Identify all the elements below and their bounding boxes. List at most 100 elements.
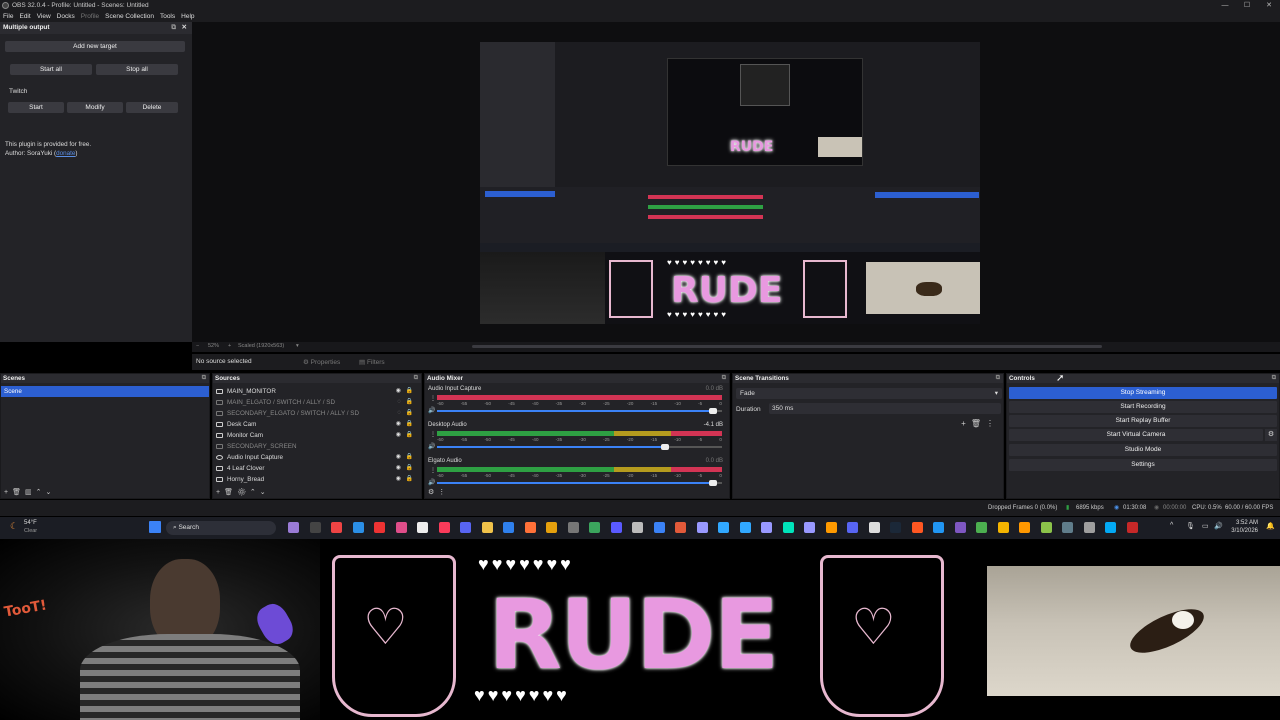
close-icon[interactable]: ✕ [1258,0,1280,11]
gear-icon[interactable]: ⚙ [237,489,250,496]
lock-icon[interactable]: 🔒 [406,386,413,397]
add-icon[interactable]: + [216,489,224,496]
zoom-in-icon[interactable]: + [228,343,231,349]
audition-icon[interactable] [782,522,794,533]
stop-all-button[interactable]: Stop all [96,64,178,75]
stop-streaming-button[interactable]: Stop Streaming [1009,387,1277,399]
source-item[interactable]: Desk Cam ◉ 🔒 [213,419,421,430]
chrome-icon[interactable] [331,522,342,533]
minimize-icon[interactable]: — [1214,0,1236,11]
x-icon[interactable] [868,522,880,533]
source-item[interactable]: Audio Input Capture ◉ 🔒 [213,452,421,463]
slider-handle[interactable] [661,444,669,450]
filter-icon[interactable]: ▥ [25,489,36,496]
display-icon[interactable] [653,522,665,533]
start-button[interactable]: Start [8,102,64,113]
folder2-icon[interactable] [997,522,1009,533]
more-icon[interactable]: ⋮ [438,489,449,496]
eye-off-icon[interactable]: ◌ [397,408,401,419]
source-item[interactable]: Monitor Cam ◉ 🔒 [213,430,421,441]
app6-icon[interactable] [1040,522,1052,533]
filters-button[interactable]: ▤ Filters [359,358,385,366]
more-icon[interactable]: ⋮ [430,431,436,438]
dock-close-icon[interactable]: ✕ [182,22,187,34]
premiere-icon[interactable] [696,522,708,533]
discord-icon[interactable] [460,522,471,533]
menu-tools[interactable]: Tools [157,11,178,22]
instagram-icon[interactable] [395,522,407,533]
menu-view[interactable]: View [34,11,54,22]
chevron-down-icon[interactable]: ▾ [296,343,299,349]
discord2-icon[interactable] [847,522,858,533]
clock-time[interactable]: 3:52 AM [1228,520,1258,526]
start-replay-buffer-button[interactable]: Start Replay Buffer [1009,415,1277,427]
volume-slider[interactable] [437,408,722,414]
menu-scene-collection[interactable]: Scene Collection [102,11,157,22]
app2-icon[interactable] [610,522,622,533]
eye-icon[interactable]: ◉ [396,430,401,441]
chevron-down-icon[interactable]: ⌄ [45,489,55,496]
scale-mode[interactable]: Scaled (1920x563) [238,343,284,349]
threads-icon[interactable] [417,522,428,533]
source-item[interactable]: SECONDARY_SCREEN [213,441,421,452]
slider-handle[interactable] [709,480,718,486]
eye-icon[interactable]: ◉ [396,452,401,463]
gear-icon[interactable]: ⚙ [428,489,438,496]
lock-icon[interactable]: 🔒 [406,452,413,463]
trash-icon[interactable]: 🗑 [224,489,237,496]
vivaldi-icon[interactable] [374,522,385,533]
slider-handle[interactable] [709,408,718,414]
menu-docks[interactable]: Docks [54,11,78,22]
volume-icon[interactable]: 🔊 [428,443,435,450]
volume-icon[interactable]: 🔊 [428,479,435,486]
puzzle-icon[interactable] [632,522,643,533]
gear-icon[interactable]: ⚙ [1265,429,1277,441]
modify-button[interactable]: Modify [67,102,123,113]
explorer-icon[interactable] [309,522,321,533]
volume-slider[interactable] [437,480,722,486]
properties-button[interactable]: ⚙ Properties [303,358,340,366]
add-icon[interactable]: + [961,419,971,428]
eye-off-icon[interactable]: ◌ [397,397,401,408]
dock-menu-icon[interactable]: ⧉ [414,374,418,383]
source-item[interactable]: 4 Leaf Clover ◉ 🔒 [213,463,421,474]
chevron-up-icon[interactable]: ⌃ [36,489,46,496]
widget-icon[interactable] [288,522,299,533]
eye-icon[interactable]: ◉ [396,386,401,397]
aftereffects-icon[interactable] [804,522,815,533]
transition-select[interactable]: Fade ▾ [736,388,1002,399]
chevron-up-icon[interactable]: ⌃ [250,489,260,496]
settings-button[interactable]: Settings [1009,459,1277,471]
eye-icon[interactable]: ◉ [396,463,401,474]
illustrator-icon[interactable] [825,522,837,533]
maximize-icon[interactable]: ☐ [1236,0,1258,11]
menu-profile[interactable]: Profile [78,11,102,22]
app-icon[interactable] [589,522,600,533]
volume-slider[interactable] [437,444,722,450]
add-icon[interactable]: + [4,489,12,496]
preview-scrollbar[interactable] [472,345,1102,348]
weather-icon[interactable]: ☾ [10,521,18,532]
dock-menu-icon[interactable]: ⧉ [1272,374,1276,383]
add-target-button[interactable]: Add new target [5,41,185,52]
source-item[interactable]: MAIN_ELGATO / SWITCH / ALLY / SD ◌ 🔒 [213,397,421,408]
lock-icon[interactable]: 🔒 [406,419,413,430]
store-icon[interactable] [503,522,514,533]
start-virtual-camera-button[interactable]: Start Virtual Camera [1009,429,1263,441]
premiere2-icon[interactable] [761,522,772,533]
app3-icon[interactable] [933,522,944,533]
float-icon[interactable]: ⧉ [171,22,176,34]
lock-icon[interactable]: 🔒 [406,430,413,441]
browser-icon[interactable] [911,522,923,533]
chevron-up-icon[interactable]: ^ [1170,522,1173,529]
program-preview[interactable]: RUDE RUDE ♥♥♥♥♥♥♥♥ ♥♥♥♥♥♥♥♥ [480,42,980,324]
start-recording-button[interactable]: Start Recording [1009,401,1277,413]
lock-icon[interactable]: 🔒 [406,474,413,485]
lightroom-icon[interactable] [718,522,729,533]
donate-link[interactable]: donate [56,150,75,157]
app4-icon[interactable] [976,522,987,533]
edge-icon[interactable] [352,522,364,533]
source-item[interactable]: MAIN_MONITOR ◉ 🔒 [213,386,421,397]
menu-edit[interactable]: Edit [16,11,33,22]
network-icon[interactable]: ▭ [1202,522,1209,530]
